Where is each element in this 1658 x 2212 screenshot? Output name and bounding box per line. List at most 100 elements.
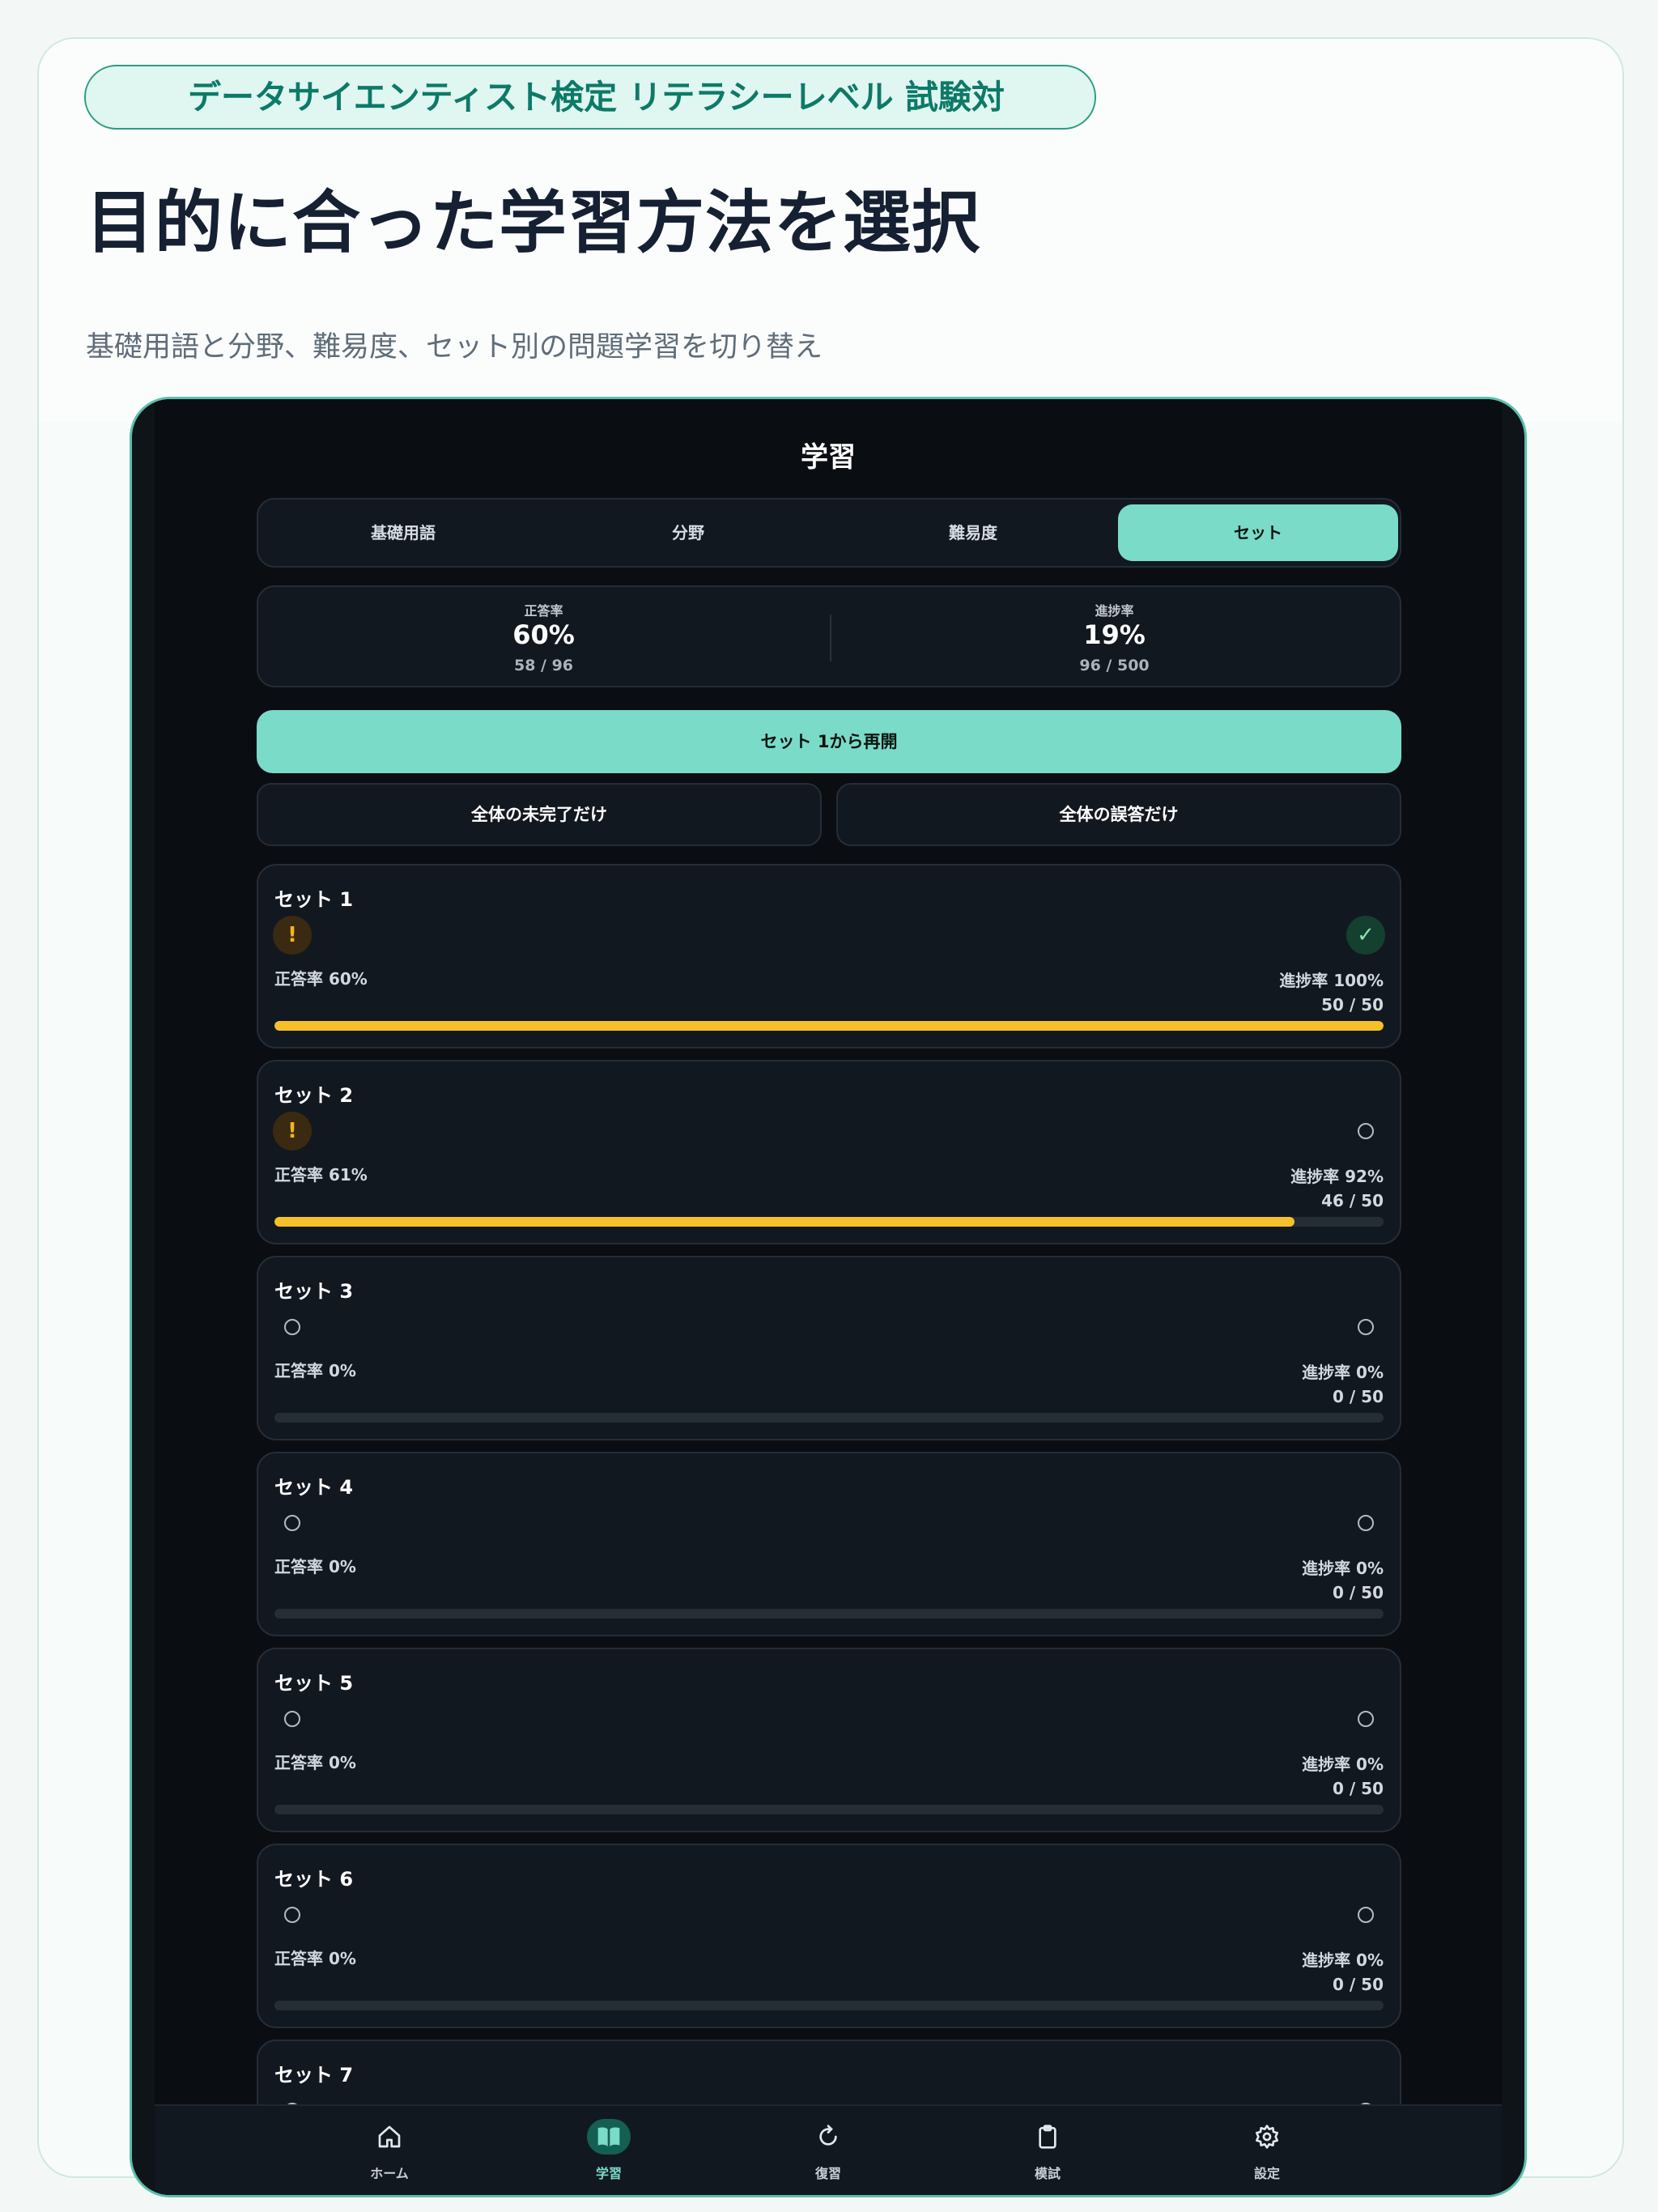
filter-wrong-button[interactable]: 全体の誤答だけ bbox=[836, 783, 1401, 846]
progress-count: 96 / 500 bbox=[1079, 657, 1150, 674]
set-title: セット 2 bbox=[274, 1084, 354, 1107]
set-progress: 進捗率 0% bbox=[1302, 1755, 1384, 1774]
book-icon bbox=[587, 2119, 631, 2155]
accuracy-label: 正答率 bbox=[524, 603, 563, 619]
set-progress: 進捗率 100% bbox=[1279, 971, 1384, 990]
promo-headline: 目的に合った学習方法を選択 bbox=[86, 183, 981, 262]
progress-bar bbox=[274, 1805, 1384, 1814]
progress-status-icon bbox=[1346, 1504, 1385, 1542]
progress-bar bbox=[274, 1021, 1384, 1031]
empty-circle-icon bbox=[1358, 1123, 1374, 1139]
set-title: セット 3 bbox=[274, 1280, 354, 1303]
progress-value: 19% bbox=[1083, 619, 1146, 650]
check-icon: ✓ bbox=[1346, 916, 1385, 955]
set-title: セット 4 bbox=[274, 1476, 354, 1499]
accuracy-status-icon bbox=[273, 1895, 312, 1934]
accuracy-status-icon: ! bbox=[273, 916, 312, 955]
page-title: 学習 bbox=[801, 441, 856, 474]
set-count: 0 / 50 bbox=[1333, 1387, 1384, 1406]
empty-circle-icon bbox=[284, 1711, 300, 1727]
progress-status-icon bbox=[1346, 1895, 1385, 1934]
empty-circle-icon bbox=[284, 1319, 300, 1335]
set-title: セット 1 bbox=[274, 888, 354, 911]
set-count: 46 / 50 bbox=[1321, 1191, 1384, 1210]
set-progress: 進捗率 0% bbox=[1302, 1363, 1384, 1382]
set-accuracy: 正答率 0% bbox=[274, 1557, 356, 1576]
nav-mock-exam-label: 模試 bbox=[1034, 2166, 1061, 2181]
set-progress: 進捗率 0% bbox=[1302, 1559, 1384, 1578]
tab-field[interactable]: 分野 bbox=[548, 504, 828, 561]
accuracy-value: 60% bbox=[512, 619, 575, 650]
progress-status-icon bbox=[1346, 1112, 1385, 1151]
mode-tabs: 基礎用語 分野 難易度 セット bbox=[257, 498, 1401, 568]
refresh-icon bbox=[806, 2119, 850, 2155]
promo-subline: 基礎用語と分野、難易度、セット別の問題学習を切り替え bbox=[86, 331, 823, 364]
set-card[interactable]: セット 4 正答率 0% 進捗率 0% 0 / 50 bbox=[257, 1452, 1401, 1636]
tab-set[interactable]: セット bbox=[1118, 504, 1398, 561]
tab-basic-terms[interactable]: 基礎用語 bbox=[263, 504, 543, 561]
set-count: 0 / 50 bbox=[1333, 1779, 1384, 1798]
set-card[interactable]: セット 5 正答率 0% 進捗率 0% 0 / 50 bbox=[257, 1648, 1401, 1832]
nav-review-label: 復習 bbox=[814, 2166, 841, 2181]
bottom-nav: ホーム 学習 復習 模試 設定 bbox=[155, 2104, 1502, 2195]
set-accuracy: 正答率 0% bbox=[274, 1949, 356, 1968]
nav-settings[interactable]: 設定 bbox=[1194, 2106, 1340, 2195]
set-title: セット 7 bbox=[274, 2064, 354, 2087]
accuracy-status-icon bbox=[273, 1699, 312, 1738]
accuracy-status-icon bbox=[273, 1308, 312, 1346]
progress-bar bbox=[274, 1413, 1384, 1423]
accuracy-stat: 正答率 60% 58 / 96 bbox=[258, 587, 829, 686]
progress-bar-fill bbox=[274, 1021, 1384, 1031]
resume-button[interactable]: セット 1から再開 bbox=[257, 710, 1401, 773]
set-card[interactable]: セット 6 正答率 0% 進捗率 0% 0 / 50 bbox=[257, 1844, 1401, 2028]
progress-status-icon bbox=[1346, 1308, 1385, 1346]
nav-mock-exam[interactable]: 模試 bbox=[975, 2106, 1120, 2195]
set-accuracy: 正答率 60% bbox=[274, 969, 368, 989]
empty-circle-icon bbox=[1358, 1907, 1374, 1923]
set-card[interactable]: セット 1! ✓ 正答率 60% 進捗率 100% 50 / 50 bbox=[257, 864, 1401, 1049]
set-count: 50 / 50 bbox=[1321, 995, 1384, 1015]
gear-icon bbox=[1245, 2119, 1289, 2155]
empty-circle-icon bbox=[284, 1907, 300, 1923]
app-screen: 学習 基礎用語 分野 難易度 セット 正答率 60% 58 / 96 進捗率 1… bbox=[155, 399, 1502, 2195]
home-icon bbox=[368, 2119, 411, 2155]
tablet-frame: 学習 基礎用語 分野 難易度 セット 正答率 60% 58 / 96 進捗率 1… bbox=[130, 397, 1527, 2197]
set-progress: 進捗率 92% bbox=[1290, 1167, 1384, 1186]
warning-icon: ! bbox=[273, 1112, 312, 1151]
nav-study[interactable]: 学習 bbox=[536, 2106, 682, 2195]
set-card[interactable]: セット 3 正答率 0% 進捗率 0% 0 / 50 bbox=[257, 1256, 1401, 1440]
exam-badge: データサイエンティスト検定 リテラシーレベル 試験対 bbox=[84, 65, 1096, 130]
set-progress: 進捗率 0% bbox=[1302, 1950, 1384, 1970]
progress-stat: 進捗率 19% 96 / 500 bbox=[829, 587, 1400, 686]
set-card[interactable]: セット 2! 正答率 61% 進捗率 92% 46 / 50 bbox=[257, 1060, 1401, 1244]
nav-study-label: 学習 bbox=[595, 2166, 622, 2181]
filter-incomplete-button[interactable]: 全体の未完了だけ bbox=[257, 783, 822, 846]
accuracy-status-icon bbox=[273, 1504, 312, 1542]
nav-home-label: ホーム bbox=[370, 2166, 409, 2181]
set-count: 0 / 50 bbox=[1333, 1975, 1384, 1994]
progress-status-icon bbox=[1346, 1699, 1385, 1738]
empty-circle-icon bbox=[284, 1515, 300, 1531]
warning-icon: ! bbox=[273, 916, 312, 955]
clipboard-icon bbox=[1026, 2119, 1069, 2155]
accuracy-status-icon: ! bbox=[273, 1112, 312, 1151]
progress-bar-fill bbox=[274, 1217, 1295, 1227]
progress-bar bbox=[274, 2001, 1384, 2010]
accuracy-count: 58 / 96 bbox=[513, 657, 574, 674]
empty-circle-icon bbox=[1358, 1319, 1374, 1335]
set-accuracy: 正答率 61% bbox=[274, 1165, 368, 1185]
nav-review[interactable]: 復習 bbox=[755, 2106, 901, 2195]
progress-label: 進捗率 bbox=[1095, 603, 1134, 619]
stats-summary: 正答率 60% 58 / 96 進捗率 19% 96 / 500 bbox=[257, 585, 1401, 687]
set-title: セット 6 bbox=[274, 1868, 354, 1891]
set-accuracy: 正答率 0% bbox=[274, 1753, 356, 1772]
progress-bar bbox=[274, 1609, 1384, 1619]
set-accuracy: 正答率 0% bbox=[274, 1361, 356, 1380]
tab-difficulty[interactable]: 難易度 bbox=[833, 504, 1113, 561]
set-title: セット 5 bbox=[274, 1672, 354, 1695]
set-count: 0 / 50 bbox=[1333, 1583, 1384, 1602]
nav-home[interactable]: ホーム bbox=[317, 2106, 462, 2195]
progress-bar bbox=[274, 1217, 1384, 1227]
empty-circle-icon bbox=[1358, 1711, 1374, 1727]
nav-settings-label: 設定 bbox=[1253, 2166, 1280, 2181]
